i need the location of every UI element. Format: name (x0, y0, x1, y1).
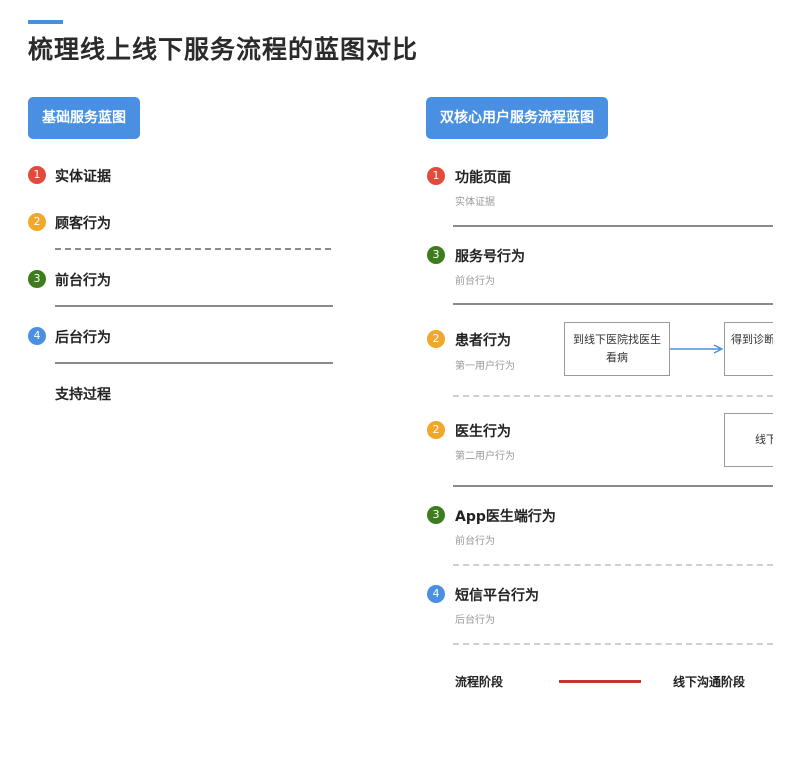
right-row-6-badge: 4 (427, 585, 445, 603)
patient-step-box-2: 得到诊断结果复诊 (724, 322, 773, 376)
doctor-step-box-1: 线下 (724, 413, 773, 467)
patient-step-box-2-clip: 得到诊断结果复诊 (724, 322, 773, 376)
left-row-3-badge: 3 (28, 270, 46, 288)
right-line-2 (453, 303, 773, 305)
left-blueprint-tag: 基础服务蓝图 (28, 97, 140, 139)
left-row-4-badge: 4 (28, 327, 46, 345)
right-line-1 (453, 225, 773, 227)
left-row-1-badge: 1 (28, 166, 46, 184)
left-visibility-line (55, 305, 333, 307)
right-blueprint-tag: 双核心用户服务流程蓝图 (426, 97, 608, 139)
right-row-6-sub: 后台行为 (455, 615, 495, 626)
patient-step-box-1: 到线下医院找医生看病 (564, 322, 670, 376)
right-row-5-badge: 3 (427, 506, 445, 524)
right-row-1-badge: 1 (427, 167, 445, 185)
right-row-3-sub: 第一用户行为 (455, 361, 515, 372)
legend-offline-stage: 线下沟通阶段 (673, 675, 746, 689)
right-row-3-badge: 2 (427, 330, 445, 348)
doctor-step-box-clip: 线下 (724, 413, 773, 467)
page-title: 梳理线上线下服务流程的蓝图对比 (28, 35, 419, 64)
right-row-4-sub: 第二用户行为 (455, 451, 515, 462)
left-row-2-label: 顾客行为 (55, 216, 111, 232)
right-line-3 (453, 395, 773, 397)
right-row-3-label: 患者行为 (455, 333, 511, 349)
right-row-2-badge: 3 (427, 246, 445, 264)
left-interaction-line (55, 248, 331, 250)
right-row-4-badge: 2 (427, 421, 445, 439)
legend-process-stage: 流程阶段 (455, 675, 504, 689)
right-line-5 (453, 564, 773, 566)
right-line-4 (453, 485, 773, 487)
right-row-1-label: 功能页面 (455, 170, 511, 186)
legend-red-line (559, 680, 641, 683)
left-support-label: 支持过程 (55, 387, 111, 403)
left-row-4-label: 后台行为 (55, 330, 111, 346)
right-row-2-sub: 前台行为 (455, 276, 495, 287)
left-internal-line (55, 362, 333, 364)
left-row-3-label: 前台行为 (55, 273, 111, 289)
left-row-2-badge: 2 (28, 213, 46, 231)
right-row-6-label: 短信平台行为 (455, 588, 539, 604)
flow-arrow (670, 344, 724, 354)
right-row-5-label: App医生端行为 (455, 509, 556, 525)
title-accent-bar (28, 20, 63, 24)
right-row-1-sub: 实体证据 (455, 197, 495, 208)
right-row-2-label: 服务号行为 (455, 249, 525, 265)
right-row-5-sub: 前台行为 (455, 536, 495, 547)
right-row-4-label: 医生行为 (455, 424, 511, 440)
right-line-6 (453, 643, 773, 645)
left-row-1-label: 实体证据 (55, 169, 111, 185)
